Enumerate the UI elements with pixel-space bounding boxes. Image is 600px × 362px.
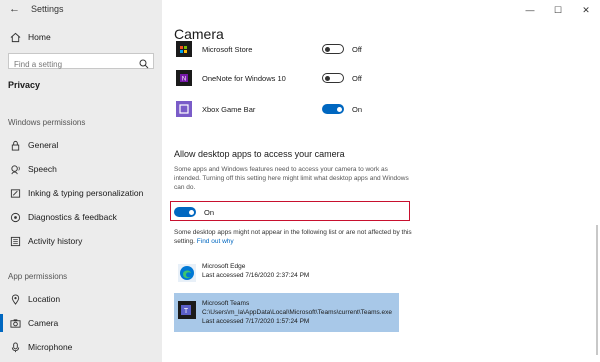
group-label-app: App permissions [8,272,68,281]
search-input[interactable] [9,57,134,72]
sidebar-item-microphone[interactable]: Microphone [0,337,162,357]
microsoft-store-icon [174,39,194,59]
app-row: Xbox Game Bar On [174,98,404,120]
sidebar-item-label: Location [28,294,61,304]
desktop-apps-toggle-row: On [174,207,214,217]
desktop-app-item[interactable]: Microsoft Edge Last accessed 7/16/2020 2… [174,256,399,288]
diagnostics-icon [9,211,21,223]
search-icon[interactable] [139,56,149,69]
sidebar-item-label: General [28,140,59,150]
selected-indicator [0,314,3,332]
section-title: Privacy [8,80,41,90]
sidebar: ← Settings Home Privacy Windows permissi… [0,0,162,362]
sidebar-item-inking[interactable]: Inking & typing personalization [0,183,162,203]
sidebar-item-label: Home [28,32,51,42]
window-controls: — ☐ ✕ [516,0,600,20]
activity-icon [9,235,21,247]
app-title: Settings [31,4,64,14]
home-icon [9,31,21,43]
desktop-apps-toggle[interactable] [174,207,196,217]
app-toggle[interactable] [322,104,344,114]
sidebar-item-diagnostics[interactable]: Diagnostics & feedback [0,207,162,227]
sidebar-item-location[interactable]: Location [0,289,162,309]
app-row: N OneNote for Windows 10 Off [174,67,404,89]
desktop-app-name: Microsoft Teams [202,300,250,307]
last-accessed: Last accessed 7/16/2020 2:37:24 PM [202,272,310,280]
toggle-state: On [352,104,363,114]
app-name: OneNote for Windows 10 [202,73,286,83]
sidebar-item-label: Activity history [28,236,83,246]
location-icon [9,293,21,305]
search-box[interactable] [8,53,154,72]
xbox-game-bar-icon [174,99,194,119]
sidebar-item-home[interactable]: Home [0,27,162,47]
microsoft-teams-icon: T [178,301,196,319]
main-content: — ☐ ✕ Camera Microsoft Store Off N OneNo… [162,0,600,362]
close-button[interactable]: ✕ [572,0,600,20]
lock-icon [9,139,21,151]
toggle-state: Off [352,44,362,54]
inking-icon [9,187,21,199]
sidebar-item-camera[interactable]: Camera [0,313,162,333]
sidebar-item-label: Inking & typing personalization [28,188,144,198]
sidebar-item-label: Microphone [28,342,73,352]
scrollbar[interactable] [596,225,598,355]
sidebar-item-speech[interactable]: Speech [0,159,162,179]
sidebar-item-activity-history[interactable]: Activity history [0,231,162,251]
back-arrow-icon[interactable]: ← [9,3,20,15]
onenote-icon: N [174,68,194,88]
titlebar: ← Settings [0,0,162,20]
desktop-app-name: Microsoft Edge [202,263,246,270]
group-label-windows: Windows permissions [8,118,86,127]
desktop-apps-note: Some desktop apps might not appear in th… [174,229,419,247]
desktop-app-item-selected[interactable]: T Microsoft Teams C:\Users\m_la\AppData\… [174,293,399,333]
sidebar-item-label: Speech [28,164,57,174]
microphone-icon [9,341,21,353]
app-name: Microsoft Store [202,44,253,54]
toggle-state: On [204,207,215,217]
app-row: Microsoft Store Off [174,38,404,60]
section-description: Some apps and Windows features need to a… [174,166,409,191]
app-toggle[interactable] [322,44,344,54]
svg-text:T: T [184,308,189,315]
sidebar-item-general[interactable]: General [0,135,162,155]
toggle-state: Off [352,73,362,83]
sidebar-item-label: Diagnostics & feedback [28,212,117,222]
camera-icon [9,317,21,329]
microphone-speech-icon [9,163,21,175]
sidebar-item-label: Camera [28,318,59,328]
desktop-app-path: C:\Users\m_la\AppData\Local\Microsoft\Te… [202,309,393,317]
maximize-button[interactable]: ☐ [544,0,572,20]
section-heading: Allow desktop apps to access your camera [174,149,345,159]
minimize-button[interactable]: — [516,0,544,20]
app-toggle[interactable] [322,73,344,83]
find-out-why-link[interactable]: Find out why [197,238,234,245]
svg-text:N: N [182,77,186,83]
microsoft-edge-icon [178,264,196,282]
last-accessed: Last accessed 7/17/2020 1:57:24 PM [202,318,310,326]
app-name: Xbox Game Bar [202,104,256,114]
